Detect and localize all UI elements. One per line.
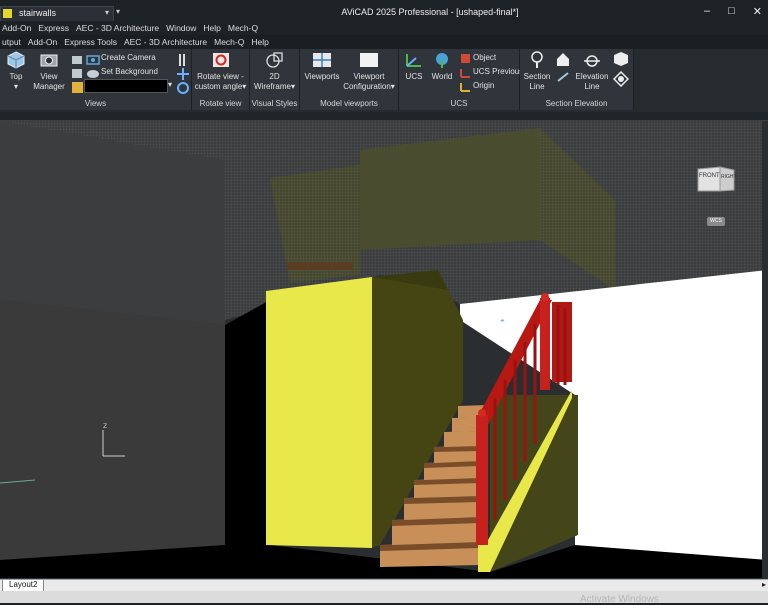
tab-output[interactable]: utput xyxy=(0,35,26,49)
viewports-icon xyxy=(313,53,331,67)
visual-styles-panel-label: Visual Styles xyxy=(251,99,298,108)
window-title: AViCAD 2025 Professional - [ushaped-fina… xyxy=(341,7,519,17)
layer-color-swatch xyxy=(3,9,12,18)
elevation-line-button[interactable]: Elevation Line xyxy=(574,51,610,92)
cursor-icon: ⌖ xyxy=(500,316,505,325)
model-3d-scene: Z ⌖ xyxy=(0,121,768,578)
left-wall-lower xyxy=(0,300,225,560)
stair-wall-front xyxy=(266,277,372,548)
chevron-down-icon: ▾ xyxy=(242,82,247,91)
wireframe-icon xyxy=(265,52,283,68)
origin-icon xyxy=(460,83,470,92)
maximize-button[interactable]: □ xyxy=(728,5,735,18)
chevron-down-icon: ▾ xyxy=(290,82,295,91)
viewport-configuration-button[interactable]: Viewport Configuration▾ xyxy=(342,51,396,92)
scroll-right-icon[interactable]: ▸ xyxy=(762,580,766,589)
svg-text:Z: Z xyxy=(103,423,107,430)
viewcube-front-label: FRONT xyxy=(699,173,720,179)
model-viewports-panel-label: Model viewports xyxy=(320,99,378,108)
views-panel: Top ▾ View Manager Create Camera Set Bac… xyxy=(0,49,192,110)
rotate-view-panel-label: Rotate view xyxy=(199,99,242,108)
elevation-small-icon[interactable] xyxy=(555,69,571,85)
ribbon: Top ▾ View Manager Create Camera Set Bac… xyxy=(0,49,768,112)
tab-add-on[interactable]: Add-On xyxy=(26,35,62,49)
rotate-view-panel: Rotate view - custom angle▾ Rotate view xyxy=(192,49,250,110)
object-ucs-button[interactable]: Object xyxy=(473,53,496,62)
tab-express-tools[interactable]: Express Tools xyxy=(62,35,122,49)
layer-name: stairwalls xyxy=(19,8,57,18)
chevron-down-icon: ▾ xyxy=(390,82,395,91)
camera-icon xyxy=(40,54,58,67)
cube-small-icon[interactable] xyxy=(613,51,629,67)
viewcube-right-label: RIGHT xyxy=(721,174,737,180)
section-elevation-panel: Section Line Elevation Line Section Elev… xyxy=(520,49,634,110)
close-button[interactable]: ✕ xyxy=(753,5,762,18)
wcs-button[interactable]: WCS xyxy=(707,217,725,226)
viewport-edge xyxy=(762,121,768,578)
layer-dropdown[interactable]: stairwalls ▾ xyxy=(0,6,114,22)
section-icon xyxy=(531,51,543,68)
model-viewports-panel: Viewports Viewport Configuration▾ Model … xyxy=(300,49,399,110)
ucs-icon xyxy=(406,54,421,67)
chevron-down-icon[interactable]: ▾ xyxy=(168,80,172,89)
menu-bar: Add-On Express AEC - 3D Architecture Win… xyxy=(0,21,768,35)
view-manager-button[interactable]: View Manager xyxy=(32,51,66,92)
visual-style-button[interactable]: 2D Wireframe▾ xyxy=(252,51,297,92)
tab-aec[interactable]: AEC - 3D Architecture xyxy=(122,35,212,49)
ucs-previous-button[interactable]: UCS Previous xyxy=(473,67,523,76)
section-elevation-panel-label: Section Elevation xyxy=(545,99,608,108)
menu-aec[interactable]: AEC - 3D Architecture xyxy=(74,21,164,35)
chevron-down-icon: ▾ xyxy=(13,82,18,91)
menu-express[interactable]: Express xyxy=(36,21,74,35)
elevation-icon xyxy=(584,55,600,67)
ucs-panel: UCS World Object UCS Previous Origin UCS xyxy=(399,49,523,110)
origin-button[interactable]: Origin xyxy=(473,81,494,90)
tab-mech-q[interactable]: Mech-Q xyxy=(212,35,249,49)
named-view-dropdown[interactable] xyxy=(84,79,168,93)
rotate-view-button[interactable]: Rotate view - custom angle▾ xyxy=(194,51,247,92)
world-ucs-button[interactable]: World xyxy=(429,51,455,82)
status-bar: Activate Windows xyxy=(0,591,768,605)
chevron-down-icon[interactable]: ▾ xyxy=(105,8,109,17)
upper-step xyxy=(287,262,353,270)
viewcube[interactable]: FRONT RIGHT xyxy=(696,163,737,193)
visual-styles-panel: 2D Wireframe▾ Visual Styles xyxy=(250,49,300,110)
section-line-button[interactable]: Section Line xyxy=(522,51,552,92)
cube-icon xyxy=(7,51,25,69)
top-view-button[interactable]: Top ▾ xyxy=(4,51,28,92)
orbit-icon[interactable] xyxy=(175,80,191,96)
menu-mech-q[interactable]: Mech-Q xyxy=(226,21,263,35)
globe-icon xyxy=(436,53,448,68)
ribbon-tabs: utput Add-On Express Tools AEC - 3D Arch… xyxy=(0,35,768,49)
ucs-panel-label: UCS xyxy=(450,99,468,108)
minimize-button[interactable]: – xyxy=(704,5,710,18)
house-icon[interactable] xyxy=(555,51,571,67)
activation-watermark: Activate Windows xyxy=(580,594,659,605)
drawing-viewport[interactable]: Z ⌖ FRONT RIGHT WCS xyxy=(0,121,768,579)
tab-help[interactable]: Help xyxy=(249,35,273,49)
create-camera-button[interactable]: Create Camera xyxy=(101,53,156,62)
menu-help[interactable]: Help xyxy=(201,21,225,35)
ribbon-separator xyxy=(0,112,768,121)
viewport-config-icon xyxy=(360,53,378,67)
rotate-view-icon xyxy=(212,53,229,67)
set-background-button[interactable]: Set Background xyxy=(101,67,158,76)
menu-window[interactable]: Window xyxy=(164,21,201,35)
views-panel-label: Views xyxy=(84,99,107,108)
quick-access-icon[interactable]: ▾ xyxy=(116,7,120,16)
menu-add-on[interactable]: Add-On xyxy=(0,21,36,35)
viewports-button[interactable]: Viewports xyxy=(302,51,342,82)
ucs-button[interactable]: UCS xyxy=(402,51,426,82)
elevation-marker-icon[interactable] xyxy=(613,71,629,87)
